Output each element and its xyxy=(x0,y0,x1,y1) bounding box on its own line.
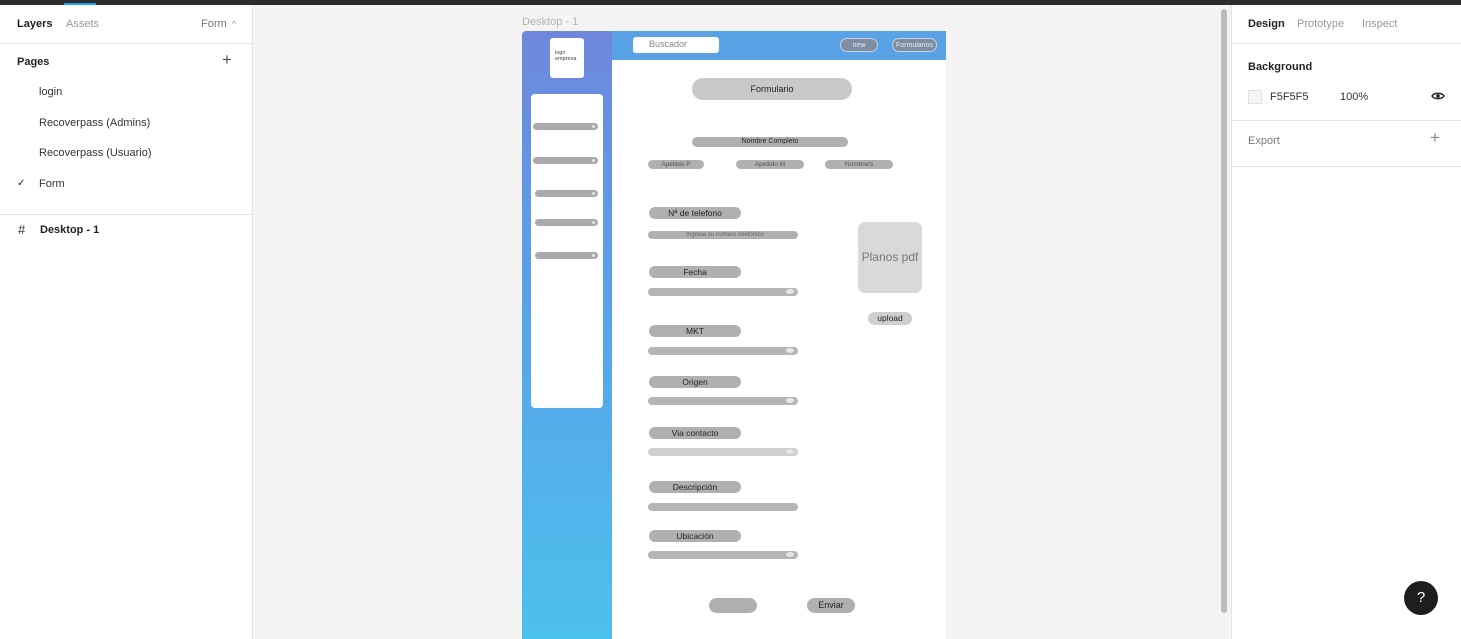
left-panel-tabs: Layers Assets Form ^ xyxy=(0,5,252,44)
mockup-ubicacion-dropdown xyxy=(648,551,798,559)
checkmark-icon: ✓ xyxy=(17,177,26,189)
mockup-blank-button xyxy=(709,598,757,613)
tab-prototype[interactable]: Prototype xyxy=(1297,18,1344,30)
mockup-via-contacto-label: Via contacto xyxy=(649,427,741,439)
menu-item-dot xyxy=(592,254,595,257)
properties-panel: Design Prototype Inspect Background F5F5… xyxy=(1231,5,1461,639)
frame-hash-icon: # xyxy=(18,222,26,237)
frame-label[interactable]: Desktop - 1 xyxy=(522,16,578,28)
mockup-menu-item xyxy=(535,219,598,226)
mockup-menu-item xyxy=(533,157,598,164)
mockup-fecha-label: Fecha xyxy=(649,266,741,278)
mockup-search: Buscador xyxy=(633,37,719,53)
mockup-menu-item xyxy=(535,190,598,197)
menu-item-dot xyxy=(592,125,595,128)
tab-layers[interactable]: Layers xyxy=(17,18,52,30)
page-item-form[interactable]: ✓ Form xyxy=(0,170,252,201)
mockup-menu-item xyxy=(533,123,598,130)
mockup-via-contacto-dropdown xyxy=(648,448,798,456)
mockup-planos-pdf: Planos pdf xyxy=(858,222,922,293)
mockup-enviar-button: Enviar xyxy=(807,598,855,613)
pages-header: Pages + xyxy=(0,44,252,78)
mockup-ubicacion-label: Ubicación xyxy=(649,530,741,542)
page-item-recoverpass-admins[interactable]: Recoverpass (Admins) xyxy=(0,109,252,140)
dropdown-indicator-icon xyxy=(786,398,794,403)
menu-item-dot xyxy=(592,221,595,224)
mockup-navbar: Buscador new Formularios xyxy=(612,31,946,60)
mockup-origen-label: Origen xyxy=(649,376,741,388)
add-export-icon[interactable]: + xyxy=(1430,128,1440,148)
page-item-label: login xyxy=(39,86,63,98)
help-icon[interactable]: ? xyxy=(1404,581,1438,615)
mockup-nombre-completo: Nombre Completo xyxy=(692,137,848,147)
page-item-label: Form xyxy=(39,177,65,190)
mockup-menu-card xyxy=(531,94,603,408)
background-hex-input[interactable]: F5F5F5 xyxy=(1270,91,1309,103)
mockup-nombres: Nombre/s xyxy=(825,160,893,169)
mockup-apellido-m: Apellido M xyxy=(736,160,804,169)
layers-panel: Layers Assets Form ^ Pages + login Recov… xyxy=(0,5,253,639)
mockup-descripcion-input xyxy=(648,503,798,511)
background-color-swatch[interactable] xyxy=(1248,90,1262,104)
mockup-descripcion-label: Descripción xyxy=(649,481,741,493)
right-panel-tabs: Design Prototype Inspect xyxy=(1232,5,1461,44)
mockup-form-title: Formulario xyxy=(692,78,852,100)
page-item-label: Recoverpass (Usuario) xyxy=(39,147,152,159)
export-section: Export + xyxy=(1232,121,1461,167)
background-opacity-input[interactable]: 100% xyxy=(1340,91,1368,103)
dropdown-indicator-icon xyxy=(786,348,794,353)
layer-item-label: Desktop - 1 xyxy=(40,224,100,236)
pages-title: Pages xyxy=(17,56,50,68)
add-page-icon[interactable]: + xyxy=(222,50,232,70)
page-item-login[interactable]: login xyxy=(0,78,252,109)
mockup-apellido-p: Apellido P xyxy=(648,160,704,169)
background-title: Background xyxy=(1248,61,1313,73)
page-item-recoverpass-usuario[interactable]: Recoverpass (Usuario) xyxy=(0,139,252,170)
canvas-scrollbar[interactable] xyxy=(1221,9,1227,613)
dropdown-indicator-icon xyxy=(786,289,794,294)
tab-inspect[interactable]: Inspect xyxy=(1362,18,1397,30)
divider xyxy=(0,214,253,215)
mockup-mkt-dropdown xyxy=(648,347,798,355)
mockup-logo: logo empresa xyxy=(550,38,584,78)
layer-item-desktop-1[interactable]: # Desktop - 1 xyxy=(0,221,253,239)
page-selector[interactable]: Form ^ xyxy=(201,18,236,30)
eye-icon[interactable] xyxy=(1431,89,1445,103)
canvas[interactable]: Desktop - 1 logo empresa Buscador new Fo… xyxy=(253,5,1231,639)
chevron-up-icon: ^ xyxy=(231,19,236,29)
export-label: Export xyxy=(1248,135,1280,147)
desktop-frame[interactable]: logo empresa Buscador new Formularios Fo… xyxy=(522,31,946,639)
figma-editor: Layers Assets Form ^ Pages + login Recov… xyxy=(0,0,1461,639)
menu-item-dot xyxy=(592,159,595,162)
dropdown-indicator-icon xyxy=(786,449,794,454)
tab-design[interactable]: Design xyxy=(1248,18,1285,30)
mockup-telefono-label: Nª de telefono xyxy=(649,207,741,219)
background-section: Background F5F5F5 100% xyxy=(1232,44,1461,121)
page-selector-label: Form xyxy=(201,18,227,30)
mockup-telefono-input: Ingrese su numero telefonico xyxy=(648,231,798,239)
dropdown-indicator-icon xyxy=(786,552,794,557)
mockup-mkt-label: MKT xyxy=(649,325,741,337)
tab-assets[interactable]: Assets xyxy=(66,18,99,30)
mockup-upload-button: upload xyxy=(868,312,912,325)
mockup-origen-dropdown xyxy=(648,397,798,405)
page-item-label: Recoverpass (Admins) xyxy=(39,116,151,129)
menu-item-dot xyxy=(592,192,595,195)
mockup-fecha-dropdown xyxy=(648,288,798,296)
mockup-new-button: new xyxy=(840,38,878,52)
mockup-menu-item xyxy=(535,252,598,259)
mockup-formularios-button: Formularios xyxy=(892,38,937,52)
